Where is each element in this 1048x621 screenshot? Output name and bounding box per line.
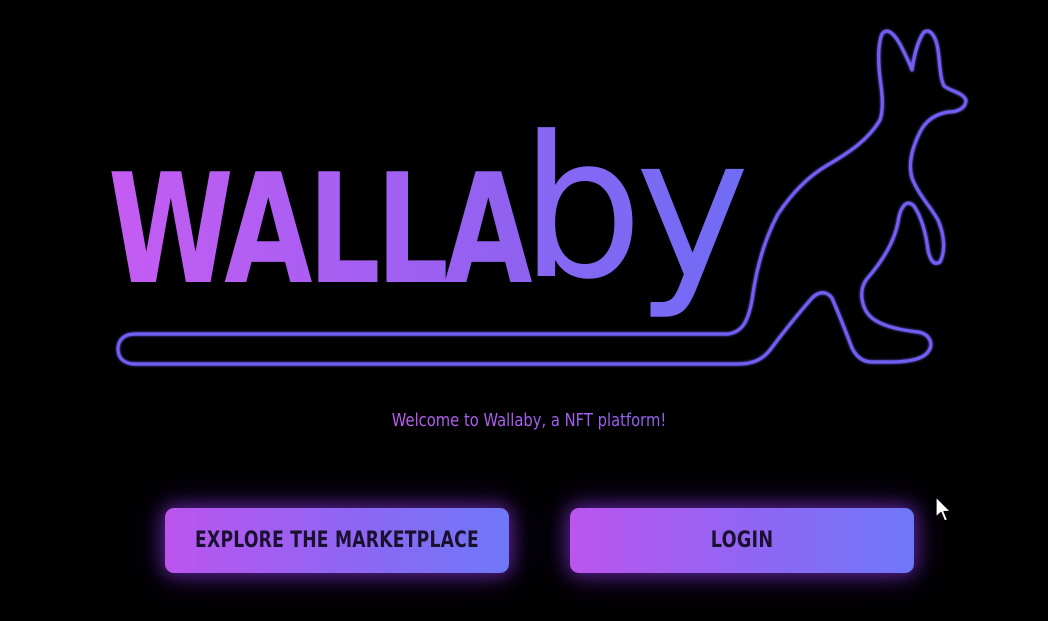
login-button[interactable]: LOGIN <box>570 508 914 573</box>
explore-marketplace-label: EXPLORE THE MARKETPLACE <box>195 528 479 553</box>
mouse-pointer-icon <box>935 496 952 522</box>
landing-page: WALLA by Welcome to Wallaby, a NFT platf… <box>0 0 1048 621</box>
brand-name-caps: WALLA <box>108 141 532 318</box>
explore-marketplace-button[interactable]: EXPLORE THE MARKETPLACE <box>165 508 509 573</box>
wallaby-logo: WALLA by <box>108 29 968 366</box>
brand-name-lower: by <box>520 95 745 323</box>
login-label: LOGIN <box>710 528 774 553</box>
welcome-message: Welcome to Wallaby, a NFT platform! <box>95 410 963 431</box>
